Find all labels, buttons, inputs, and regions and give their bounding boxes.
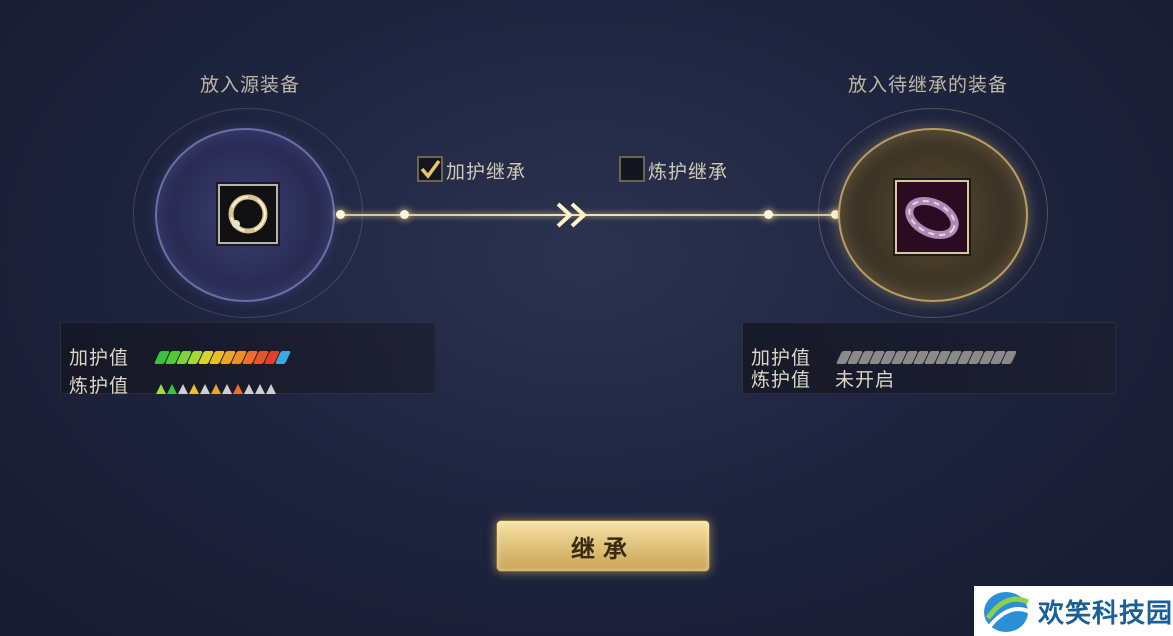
source-stats-panel: 加护值 炼护值: [60, 322, 436, 397]
target-slot-ring[interactable]: [838, 128, 1028, 302]
refine-triangle-icon: [167, 384, 177, 394]
inherit-plus-label[interactable]: 加护继承: [446, 157, 526, 184]
refine-triangle-icon: [178, 384, 188, 394]
target-refine-value: 未开启: [835, 369, 896, 391]
source-refine-label: 炼护值: [69, 375, 130, 397]
logo-icon: [984, 592, 1031, 632]
refine-triangle-icon: [200, 384, 210, 394]
refine-triangle-icon: [244, 384, 254, 394]
refine-triangle-icon: [255, 384, 265, 394]
ring-item-icon: [228, 194, 268, 234]
source-item-slot[interactable]: [218, 184, 278, 244]
target-refine-label: 炼护值: [751, 369, 812, 391]
source-refine-indicator: [156, 379, 277, 398]
refine-triangle-icon: [156, 384, 166, 394]
connector-node: [764, 210, 773, 219]
inherit-refine-label[interactable]: 炼护继承: [648, 157, 728, 184]
bracelet-item-icon: [905, 197, 959, 239]
target-slot-title: 放入待继承的装备: [847, 74, 1008, 96]
refine-triangle-icon: [266, 384, 276, 394]
watermark-logo: 欢笑科技园: [974, 586, 1173, 636]
refine-triangle-icon: [189, 384, 199, 394]
connector-node: [400, 210, 409, 219]
inherit-refine-checkbox[interactable]: [619, 156, 645, 182]
source-plus-bar: [153, 349, 292, 368]
source-slot-title: 放入源装备: [199, 74, 300, 96]
target-item-slot[interactable]: [895, 180, 969, 254]
connector-node: [336, 210, 345, 219]
refine-triangle-icon: [222, 384, 232, 394]
watermark-text: 欢笑科技园: [1038, 598, 1173, 629]
inherit-button[interactable]: 继承: [496, 520, 710, 572]
refine-triangle-icon: [211, 384, 221, 394]
target-stats-panel: 加护值 炼护值 未开启: [742, 322, 1116, 394]
check-icon: [420, 159, 441, 179]
refine-triangle-icon: [233, 384, 243, 394]
source-plus-label: 加护值: [69, 347, 130, 369]
double-chevron-right-icon: [556, 202, 587, 228]
inherit-plus-checkbox[interactable]: [417, 156, 443, 182]
source-slot-ring[interactable]: [155, 128, 335, 302]
